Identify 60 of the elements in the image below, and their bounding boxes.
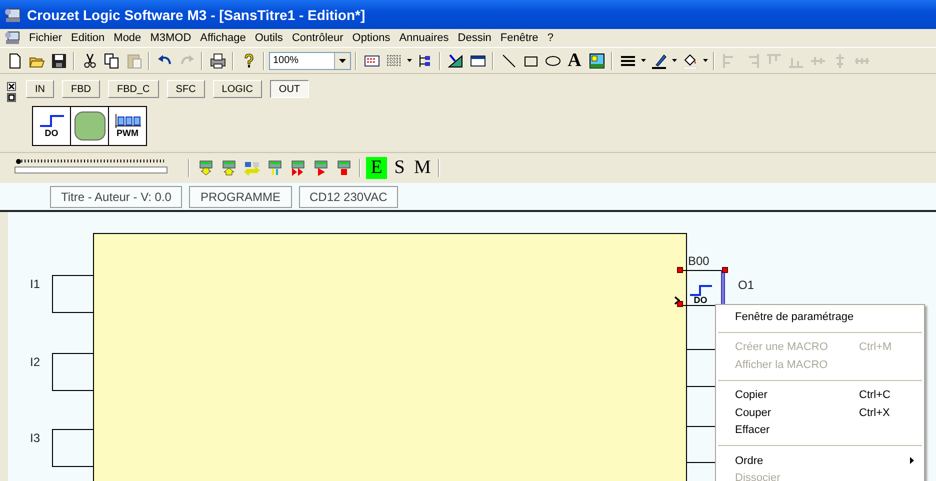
menu-item[interactable]: Contrôleur [292,32,344,44]
menu-item[interactable]: Outils [254,32,283,44]
submenu-item[interactable]: Ordre [716,452,924,470]
input-label: I2 [30,355,40,369]
submenu-arrow-icon [910,457,914,464]
simulation-mode-toggle[interactable]: E [366,157,387,179]
restore-icon[interactable] [6,93,16,102]
menu-item[interactable]: ? [547,32,554,44]
menu-item[interactable]: Couper Ctrl+X [716,404,924,422]
function-block-tile[interactable]: PWM [109,107,146,145]
selection-handle[interactable] [722,267,728,273]
zoom-dropdown[interactable]: 100% [269,52,351,70]
menu-item[interactable]: Mode [114,32,142,44]
simulation-mode-toggle[interactable]: M [412,157,433,179]
menu-item[interactable]: Effacer [716,422,924,439]
menu-item[interactable]: Affichage [200,32,246,44]
close-icon[interactable] [6,82,16,91]
output-label: O1 [738,278,754,292]
pwm-signal-icon [114,114,142,128]
palette-tab[interactable]: FBD [62,80,100,98]
menu-item[interactable]: M3MOD [150,32,192,44]
dropdown-caret-icon [339,58,346,62]
simulation-mode-toggle[interactable]: S [389,157,410,179]
block-label: DO [44,129,58,138]
menu-item[interactable]: Dessin [458,32,492,44]
block-label: PWM [116,129,138,138]
input-label: I1 [30,277,40,291]
palette-tab[interactable]: IN [26,80,54,98]
status-field: PROGRAMME [189,186,292,208]
palette-tab[interactable]: FBD_C [108,80,159,98]
text-tool[interactable]: A [564,50,585,70]
input-pin[interactable] [52,429,93,467]
display-icon [74,111,106,141]
palette-tab[interactable]: LOGIC [212,80,262,98]
app-icon [4,6,22,22]
menu-label: Ordre [735,454,764,467]
menu-item[interactable]: Options [352,32,390,44]
palette-tab[interactable]: OUT [270,80,310,98]
app-icon [4,31,20,45]
window-title: Crouzet Logic Software M3 - [SansTitre1 - Edition*] [27,6,366,22]
menu-item[interactable]: Copier Ctrl+C [716,386,924,404]
menu-item[interactable]: Edition [71,32,105,44]
input-pin[interactable] [52,353,93,391]
selection-handle[interactable] [677,267,683,273]
menu-item[interactable]: Fenêtre de paramétrage [716,308,924,326]
step-signal-icon [688,284,712,296]
menu-item[interactable]: Annuaires [399,32,449,44]
status-field: Titre - Auteur - V: 0.0 [50,186,182,208]
function-block-tile[interactable]: DO [33,107,71,145]
step-signal-icon [38,114,64,128]
input-label: I3 [30,431,40,445]
chevron-icon [674,296,680,305]
input-pin[interactable] [52,275,93,313]
block-type: DO [694,296,708,305]
block-name: B00 [688,254,710,268]
palette-tab[interactable]: SFC [166,80,205,98]
menu-item[interactable]: Fichier [29,32,62,44]
status-field: CD12 230VAC [298,186,398,208]
selection-handle[interactable] [677,301,683,307]
menu-item[interactable]: Fenêtre [500,32,538,44]
